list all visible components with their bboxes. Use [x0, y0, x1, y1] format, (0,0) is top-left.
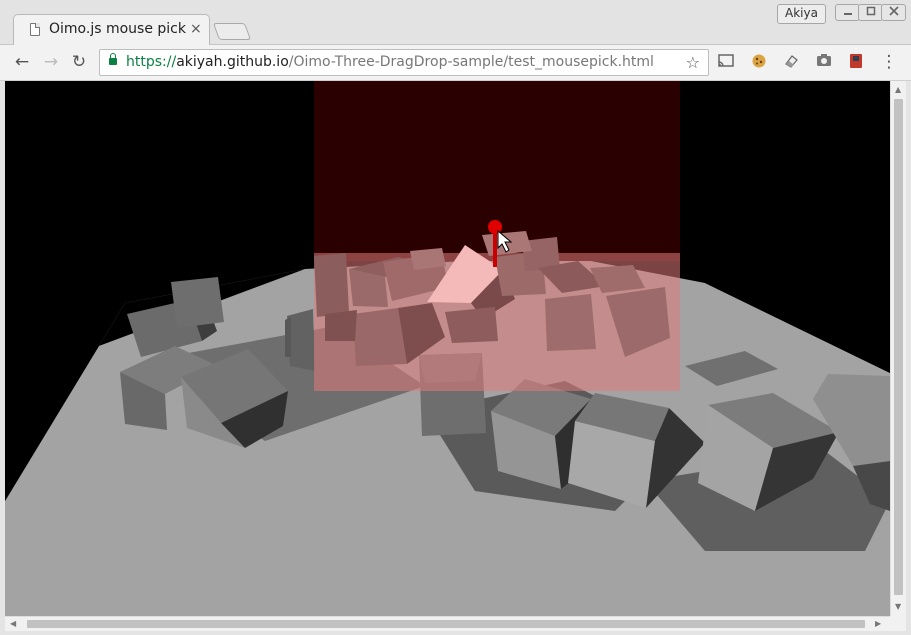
- forward-button[interactable]: →: [40, 51, 62, 73]
- maximize-icon: [866, 6, 875, 16]
- scroll-down-icon[interactable]: ▼: [895, 602, 901, 612]
- webgl-canvas[interactable]: [5, 81, 890, 616]
- close-icon: [888, 6, 899, 16]
- camera-icon[interactable]: [815, 53, 833, 71]
- cube: [353, 308, 407, 366]
- profile-button[interactable]: Akiya: [777, 4, 826, 24]
- browser-titlebar: Oimo.js mouse pick × Akiya: [0, 0, 911, 45]
- scene-render: [5, 81, 890, 616]
- address-bar[interactable]: https://akiyah.github.io/Oimo-Three-Drag…: [99, 49, 709, 76]
- window-frame-right: [906, 81, 911, 635]
- scroll-up-icon[interactable]: ▲: [895, 85, 901, 95]
- horizontal-scrollbar[interactable]: ◀ ▶: [5, 616, 890, 631]
- minimize-icon: [843, 13, 852, 15]
- vertical-scroll-thumb[interactable]: [894, 99, 903, 595]
- pick-point-marker: [488, 220, 502, 234]
- chrome-menu-button[interactable]: ⋮: [878, 51, 900, 73]
- back-button[interactable]: ←: [11, 51, 33, 73]
- cube: [445, 307, 498, 343]
- tab-title: Oimo.js mouse pick: [49, 21, 186, 37]
- cube: [314, 253, 349, 317]
- minimize-button[interactable]: [835, 4, 860, 21]
- page-favicon-icon: [30, 23, 40, 36]
- scroll-left-icon[interactable]: ◀: [10, 619, 16, 629]
- tab-active[interactable]: Oimo.js mouse pick ×: [13, 14, 210, 45]
- eraser-icon[interactable]: [782, 53, 800, 71]
- url-host: akiyah.github.io: [176, 54, 289, 70]
- tab-close-icon[interactable]: ×: [190, 21, 202, 37]
- cube: [545, 294, 596, 351]
- secure-lock-icon: [109, 53, 117, 65]
- browser-toolbar: ← → ↻ https://akiyah.github.io/Oimo-Thre…: [0, 45, 911, 81]
- cookie-icon[interactable]: [750, 53, 768, 71]
- bookmark-star-icon[interactable]: ☆: [686, 53, 700, 72]
- url-scheme: https://: [126, 54, 177, 70]
- new-tab-button[interactable]: [212, 23, 252, 40]
- cube: [325, 310, 357, 341]
- url-path: /Oimo-Three-DragDrop-sample/test_mousepi…: [288, 54, 654, 70]
- close-window-button[interactable]: [881, 4, 906, 21]
- cube: [285, 317, 291, 357]
- cast-icon[interactable]: [717, 53, 735, 71]
- url-text[interactable]: https://akiyah.github.io/Oimo-Three-Drag…: [126, 54, 654, 70]
- book-icon[interactable]: [847, 53, 865, 71]
- scrollbar-corner: [890, 616, 906, 631]
- scroll-right-icon[interactable]: ▶: [875, 619, 881, 629]
- cube: [287, 309, 315, 371]
- maximize-button[interactable]: [858, 4, 883, 21]
- vertical-scrollbar[interactable]: ▲ ▼: [890, 81, 906, 616]
- pick-constraint-line: [493, 231, 497, 267]
- reload-button[interactable]: ↻: [68, 51, 90, 73]
- horizontal-scroll-thumb[interactable]: [27, 620, 865, 628]
- cube: [171, 277, 224, 328]
- window-frame-bottom: [0, 631, 911, 635]
